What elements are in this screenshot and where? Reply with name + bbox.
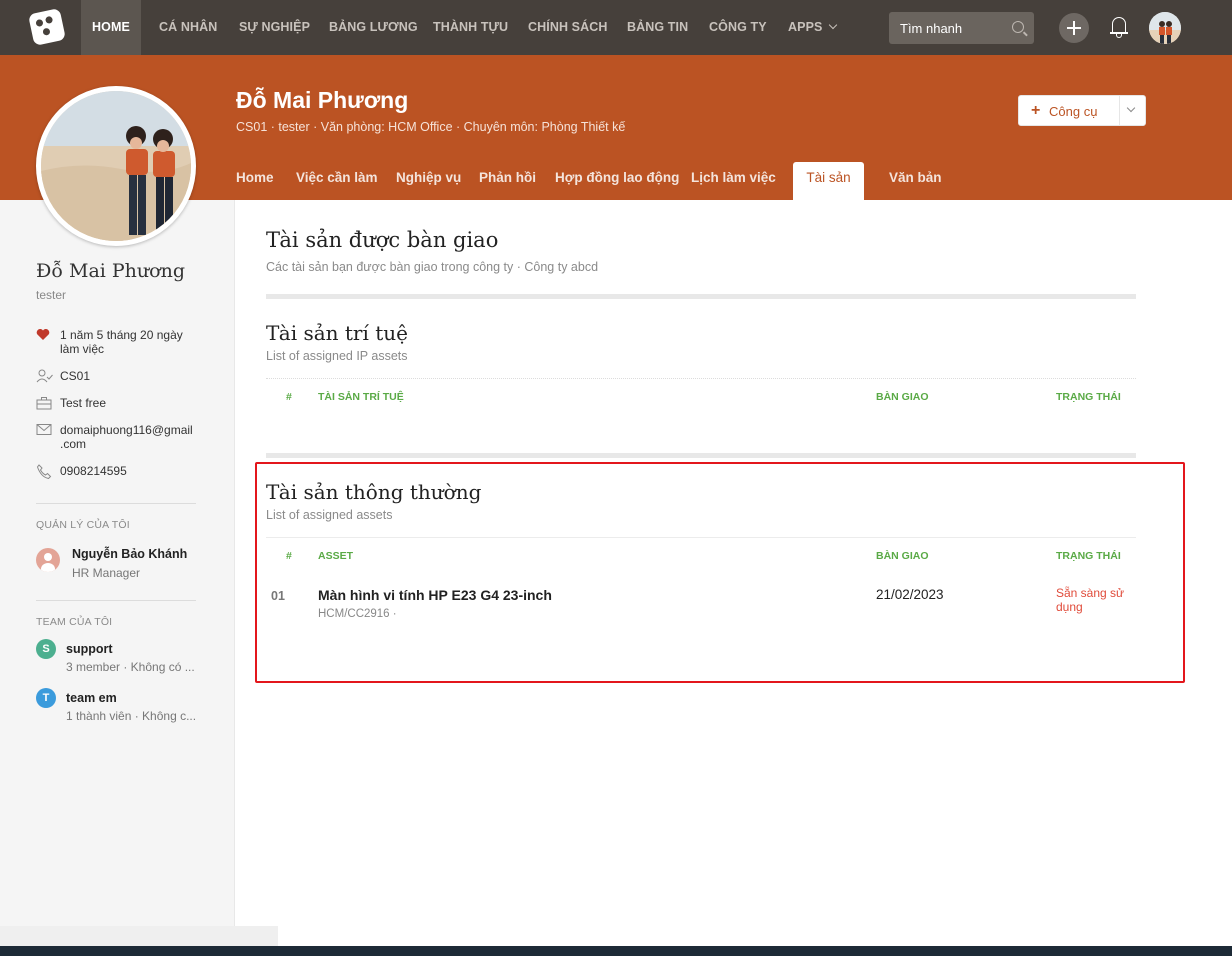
nav-apps[interactable]: APPS xyxy=(788,0,838,55)
mail-icon xyxy=(36,423,52,437)
tab-lich-lam-viec[interactable]: Lịch làm việc xyxy=(691,170,776,185)
logo-icon[interactable] xyxy=(28,8,66,46)
ip-col-num: # xyxy=(286,391,292,403)
page-subtitle: Các tài sản bạn được bàn giao trong công… xyxy=(266,260,599,274)
header-name: Đỗ Mai Phương xyxy=(236,87,409,113)
briefcase-icon xyxy=(36,396,52,410)
header-subtitle: CS01 · tester · Văn phòng: HCM Office · … xyxy=(236,120,626,134)
search-input[interactable] xyxy=(889,12,1009,44)
tab-home[interactable]: Home xyxy=(236,170,274,185)
profile-photo[interactable] xyxy=(36,86,196,246)
sidebar-role: tester xyxy=(36,288,67,302)
chevron-down-icon xyxy=(829,20,838,30)
top-navbar: HOME CÁ NHÂN SỰ NGHIỆP BẢNG LƯƠNG THÀNH … xyxy=(0,0,1232,55)
nav-su-nghiep[interactable]: SỰ NGHIỆP xyxy=(239,0,310,55)
section-divider xyxy=(266,294,1136,299)
team-meta: 3 member · Không có ... xyxy=(66,660,195,674)
team-name[interactable]: support xyxy=(66,642,113,656)
nav-bang-luong[interactable]: BẢNG LƯƠNG xyxy=(329,0,418,55)
email-text[interactable]: domaiphuong116@gmail .com xyxy=(60,423,200,451)
highlight-box xyxy=(255,462,1185,683)
tab-viec-can-lam[interactable]: Việc cần làm xyxy=(296,170,378,185)
manager-name[interactable]: Nguyễn Bảo Khánh xyxy=(72,547,187,561)
nav-thanh-tuu[interactable]: THÀNH TỰU xyxy=(433,0,508,55)
bell-icon[interactable] xyxy=(1110,16,1128,38)
manager-title: HR Manager xyxy=(72,566,141,580)
nav-bang-tin[interactable]: BẢNG TIN xyxy=(627,0,688,55)
sidebar-name: Đỗ Mai Phương xyxy=(36,260,185,282)
tools-label: Công cụ xyxy=(1049,104,1098,119)
team-meta: 1 thành viên · Không c... xyxy=(66,709,196,723)
os-taskbar xyxy=(0,946,1232,956)
nav-apps-label: APPS xyxy=(788,20,823,34)
user-avatar[interactable] xyxy=(1149,12,1181,44)
search-icon[interactable] xyxy=(1012,21,1024,33)
user-check-icon xyxy=(36,369,53,383)
tab-tai-san[interactable]: Tài sản xyxy=(793,162,864,200)
page-title: Tài sản được bàn giao xyxy=(266,228,499,252)
nav-cong-ty[interactable]: CÔNG TY xyxy=(709,0,767,55)
code-text: CS01 xyxy=(60,369,91,383)
tab-nghiep-vu[interactable]: Nghiệp vụ xyxy=(396,170,461,185)
nav-home[interactable]: HOME xyxy=(81,0,141,55)
section-divider xyxy=(266,453,1136,458)
manager-avatar[interactable] xyxy=(36,548,60,572)
plus-icon: + xyxy=(1031,102,1041,119)
team-badge: T xyxy=(36,688,56,708)
ip-section-title: Tài sản trí tuệ xyxy=(266,321,408,345)
manager-heading: QUẢN LÝ CỦA TÔI xyxy=(36,519,130,531)
sidebar-divider xyxy=(36,503,196,504)
tab-van-ban[interactable]: Văn bản xyxy=(889,170,942,185)
sidebar-divider xyxy=(36,600,196,601)
heart-icon xyxy=(36,328,52,342)
plus-icon[interactable] xyxy=(1059,13,1089,43)
tenure-text: 1 năm 5 tháng 20 ngày làm việc xyxy=(60,328,183,356)
phone-text[interactable]: 0908214595 xyxy=(60,464,200,478)
ip-section-subtitle: List of assigned IP assets xyxy=(266,349,408,363)
ip-col-status: TRẠNG THÁI xyxy=(1056,391,1121,403)
quick-search[interactable] xyxy=(889,12,1034,44)
team-heading: TEAM CỦA TÔI xyxy=(36,616,113,628)
tools-button[interactable]: + Công cụ xyxy=(1018,95,1146,126)
phone-icon xyxy=(36,464,52,480)
tab-phan-hoi[interactable]: Phản hồi xyxy=(479,170,536,185)
team-badge: S xyxy=(36,639,56,659)
table-top-border xyxy=(266,378,1136,379)
ip-col-handover: BÀN GIAO xyxy=(876,391,929,403)
nav-chinh-sach[interactable]: CHÍNH SÁCH xyxy=(528,0,607,55)
sidebar-footer xyxy=(0,926,278,946)
nav-ca-nhan[interactable]: CÁ NHÂN xyxy=(159,0,217,55)
team-name[interactable]: team em xyxy=(66,691,117,705)
ip-col-asset: TÀI SẢN TRÍ TUỆ xyxy=(318,391,404,403)
chevron-down-icon[interactable] xyxy=(1126,103,1136,113)
plan-text: Test free xyxy=(60,396,107,410)
tab-hop-dong[interactable]: Hợp đồng lao động xyxy=(555,170,679,185)
